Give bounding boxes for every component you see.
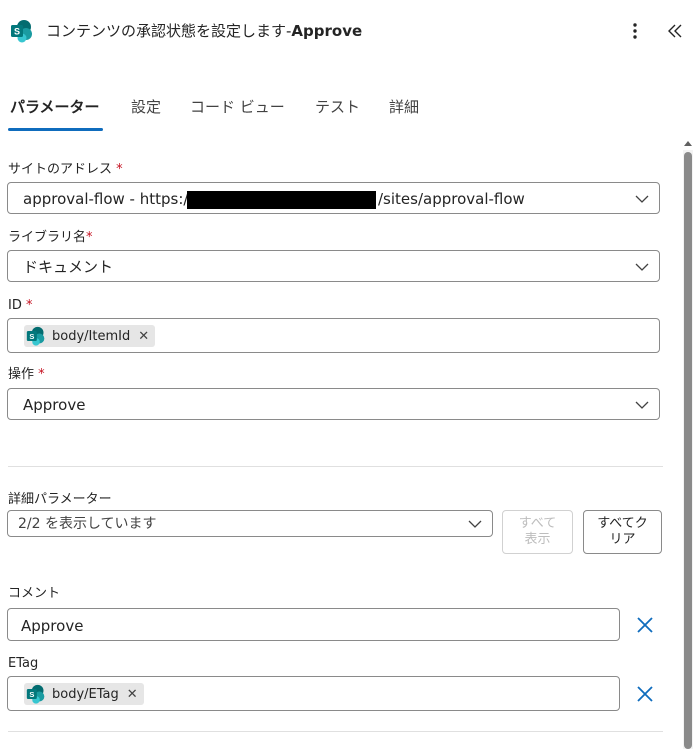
comment-label: コメント: [8, 586, 61, 601]
library-name-value: ドキュメント: [23, 258, 114, 276]
site-address-value-suffix: /sites/approval-flow: [378, 190, 525, 208]
advanced-parameters-value: 2/2 を表示しています: [18, 516, 157, 532]
site-address-label: サイトのアドレス *: [8, 162, 123, 177]
id-token-label: body/ItemId: [52, 328, 131, 344]
site-address-dropdown[interactable]: approval-flow - https://s /sites/approva…: [7, 182, 660, 214]
etag-token[interactable]: S body/ETag ✕: [24, 683, 144, 705]
scrollbar-thumb[interactable]: [684, 152, 692, 749]
action-value: Approve: [23, 396, 86, 414]
library-name-dropdown[interactable]: ドキュメント: [7, 250, 660, 282]
show-all-button[interactable]: すべて 表示: [502, 510, 573, 554]
svg-text:S: S: [29, 332, 34, 341]
svg-text:S: S: [14, 27, 20, 37]
more-options-icon[interactable]: [626, 20, 644, 42]
svg-text:S: S: [29, 690, 34, 699]
page-title: コンテンツの承認状態を設定します-Approve: [46, 22, 363, 40]
collapse-panel-icon[interactable]: [664, 20, 686, 42]
sharepoint-icon: S: [26, 684, 45, 704]
section-divider: [8, 731, 663, 732]
tab-details[interactable]: 詳細: [389, 97, 419, 117]
id-label: ID *: [8, 298, 33, 313]
comment-value: Approve: [21, 617, 84, 635]
section-divider: [8, 466, 663, 467]
tab-test[interactable]: テスト: [315, 97, 360, 117]
etag-field[interactable]: S body/ETag ✕: [7, 676, 620, 711]
remove-token-icon[interactable]: ✕: [138, 329, 149, 344]
tab-settings[interactable]: 設定: [131, 97, 161, 117]
comment-input[interactable]: Approve: [7, 608, 620, 641]
scroll-up-arrow-icon[interactable]: [683, 138, 693, 148]
active-tab-indicator: [8, 128, 103, 131]
chevron-down-icon: [635, 401, 649, 409]
advanced-parameters-label: 詳細パラメーター: [8, 492, 112, 507]
etag-label: ETag: [8, 656, 39, 671]
etag-token-label: body/ETag: [52, 686, 119, 702]
action-dropdown[interactable]: Approve: [7, 388, 660, 420]
chevron-down-icon: [635, 195, 649, 203]
sharepoint-icon: S: [11, 20, 32, 43]
action-label: 操作 *: [8, 367, 45, 382]
clear-all-button[interactable]: すべてク リア: [583, 510, 662, 554]
site-address-value-prefix: approval-flow - https://s: [23, 190, 202, 208]
id-field[interactable]: S body/ItemId ✕: [7, 318, 660, 353]
id-token[interactable]: S body/ItemId ✕: [24, 325, 156, 347]
remove-token-icon[interactable]: ✕: [127, 687, 138, 702]
redacted-block: [187, 191, 376, 209]
tab-code-view[interactable]: コード ビュー: [190, 97, 285, 117]
library-name-label: ライブラリ名*: [8, 230, 93, 245]
tab-parameters[interactable]: パラメーター: [10, 97, 100, 117]
remove-comment-icon[interactable]: [635, 615, 655, 635]
chevron-down-icon: [468, 520, 482, 528]
chevron-down-icon: [635, 263, 649, 271]
remove-etag-icon[interactable]: [635, 684, 655, 704]
advanced-parameters-select[interactable]: 2/2 を表示しています: [7, 510, 493, 537]
sharepoint-icon: S: [26, 326, 45, 346]
